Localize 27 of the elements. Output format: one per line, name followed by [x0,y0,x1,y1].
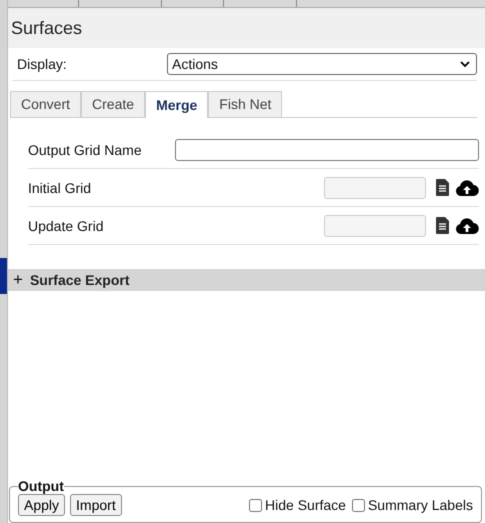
field-label: Output Grid Name [28,142,142,158]
cloud-upload-icon[interactable] [455,180,479,196]
document-icon[interactable] [436,217,449,234]
tab[interactable]: Fish Net [208,91,282,117]
document-icon[interactable] [436,179,449,196]
action-button[interactable]: Import [70,494,122,516]
field-label: Initial Grid [28,180,92,196]
chevron-down-icon [460,60,470,68]
section-title: Surface Export [30,272,130,288]
checkbox[interactable] [352,498,365,512]
field-label: Display: [17,56,68,72]
display-dropdown[interactable]: Actions [167,53,477,75]
checkbox-label: Summary Labels [368,497,473,513]
panel-title: Surfaces [8,8,485,48]
field-label: Update Grid [28,218,104,234]
input-field[interactable] [175,138,479,160]
tab[interactable]: Merge [145,91,208,118]
group-legend: Output [18,478,64,494]
checkbox[interactable] [249,498,262,512]
action-button[interactable]: Apply [18,494,66,516]
tab[interactable]: Convert [10,91,82,117]
cloud-upload-icon[interactable] [455,218,479,234]
sidebar-marker [0,258,7,294]
expand-toggle[interactable]: + [13,272,23,288]
checkbox-label: Hide Surface [265,497,346,513]
section-header[interactable]: + Surface Export [8,269,485,291]
tab[interactable]: Create [81,91,146,117]
